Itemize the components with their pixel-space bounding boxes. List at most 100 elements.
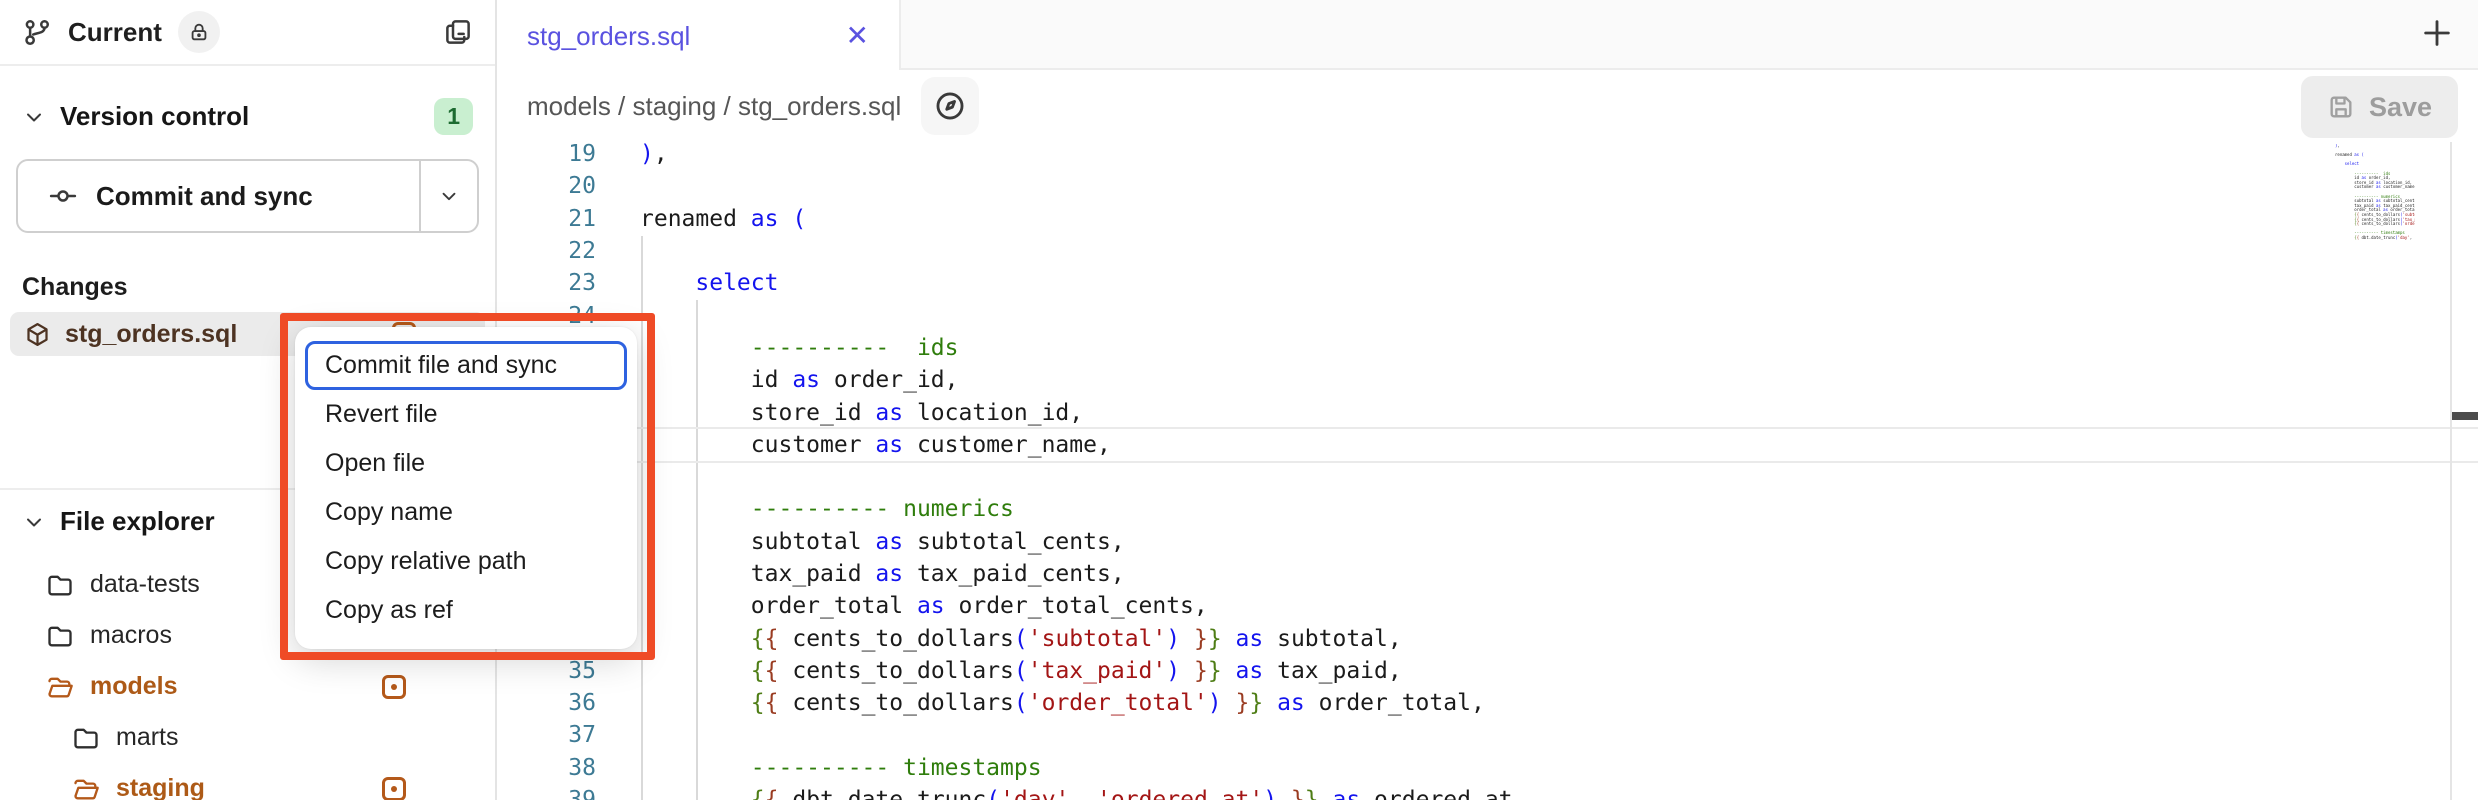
folder-open-icon [46,673,74,701]
modified-badge-icon [382,777,406,800]
code-line-text: ---------- numerics [640,496,1014,522]
line-number: 22 [497,238,596,264]
folder-icon [72,724,100,752]
tree-item-label: staging [116,774,205,800]
code-line-text: {{ cents_to_dollars('subtotal') }} as su… [640,626,1402,652]
menu-item-open-file[interactable]: Open file [305,439,627,488]
code-line[interactable]: 25 ---------- ids [497,332,2478,364]
code-line[interactable]: 30 ---------- numerics [497,493,2478,525]
new-tab-plus-icon[interactable] [2420,16,2454,50]
changes-count-badge: 1 [434,98,473,135]
folder-icon [46,622,74,650]
breadcrumb: models / staging / stg_orders.sql [527,91,901,122]
code-line[interactable]: 33 order_total as order_total_cents, [497,590,2478,622]
lock-icon [188,21,210,43]
code-line[interactable]: 24 [497,299,2478,331]
model-cube-icon [24,321,51,348]
code-line-text: customer as customer_name, [640,432,1111,458]
dbt-ide-window: Current Version control 1 [0,0,2478,800]
code-line-text: store_id as location_id, [640,400,1083,426]
tab-close-icon[interactable]: ✕ [846,22,869,50]
tree-item-models[interactable]: models [0,661,495,712]
code-line[interactable]: 26 id as order_id, [497,364,2478,396]
changed-file-name: stg_orders.sql [65,320,237,349]
code-line-text: ---------- timestamps [640,755,1042,781]
menu-item-copy-name[interactable]: Copy name [305,488,627,537]
code-line[interactable]: 22 [497,235,2478,267]
tab-bar: stg_orders.sql ✕ [497,0,2478,70]
code-line-text: tax_paid as tax_paid_cents, [640,561,1125,587]
file-explorer-title: File explorer [60,506,215,537]
tree-item-label: data-tests [90,570,200,599]
folder-open-icon [72,775,100,800]
line-number: 19 [497,142,596,167]
code-line[interactable]: 23 select [497,267,2478,299]
git-branch-icon [22,17,52,47]
menu-item-revert-file[interactable]: Revert file [305,390,627,439]
code-line-text: id as order_id, [640,367,959,393]
commit-and-sync-main[interactable]: Commit and sync [18,161,419,231]
copy-files-icon[interactable] [443,17,473,47]
code-line[interactable]: 32 tax_paid as tax_paid_cents, [497,558,2478,590]
chevron-down-icon [438,185,460,207]
code-line-text: renamed as ( [640,206,806,232]
code-line-text: {{ cents_to_dollars('order_total') }} as… [640,690,1485,716]
compass-icon [933,89,967,123]
lineage-button[interactable] [921,77,979,135]
chevron-down-icon [22,510,46,534]
code-line[interactable]: 31 subtotal as subtotal_cents, [497,526,2478,558]
code-editor[interactable]: 19), 20 21 renamed as ( 22 23 select 24 25 ----… [497,142,2478,800]
code-line[interactable]: 28 customer as customer_name, [497,429,2478,461]
code-line[interactable]: 35 {{ cents_to_dollars('tax_paid') }} as… [497,655,2478,687]
code-line[interactable]: 21 renamed as ( [497,203,2478,235]
scrollbar-position-marker[interactable] [2452,412,2478,420]
line-number: 24 [497,303,596,329]
tree-item-label: macros [90,621,172,650]
line-number: 39 [497,787,596,800]
menu-item-commit-file-and-sync[interactable]: Commit file and sync [305,341,627,390]
breadcrumb-bar: models / staging / stg_orders.sql Save [497,70,2478,142]
version-control-title: Version control [60,101,249,132]
commit-button-label: Commit and sync [96,181,313,212]
code-line-text: ), [640,142,668,167]
file-context-menu: Commit file and syncRevert fileOpen file… [295,327,637,649]
git-commit-icon [48,181,78,211]
code-line[interactable]: 36 {{ cents_to_dollars('order_total') }}… [497,687,2478,719]
tree-item-marts[interactable]: marts [0,712,495,763]
code-line[interactable]: 27 store_id as location_id, [497,396,2478,428]
commit-and-sync-button[interactable]: Commit and sync [16,159,479,233]
branch-name: Current [68,17,162,48]
code-line-text: order_total as order_total_cents, [640,593,1208,619]
line-number: 21 [497,206,596,232]
tab-stg-orders[interactable]: stg_orders.sql ✕ [497,0,901,72]
version-control-header[interactable]: Version control 1 [0,98,495,135]
line-number: 37 [497,722,596,748]
code-line[interactable]: 37 [497,719,2478,751]
code-line-text: select [640,270,778,296]
line-number: 20 [497,173,596,199]
code-line[interactable]: 29 [497,461,2478,493]
scrollbar-gutter-divider [2450,142,2452,800]
branch-readonly-chip [178,11,220,53]
code-line-text: ---------- ids [640,335,959,361]
code-line[interactable]: 20 [497,170,2478,202]
changes-title: Changes [0,273,495,302]
code-line[interactable]: 34 {{ cents_to_dollars('subtotal') }} as… [497,622,2478,654]
tab-title: stg_orders.sql [527,21,690,52]
code-line[interactable]: 38 ---------- timestamps [497,752,2478,784]
code-lines: 19), 20 21 renamed as ( 22 23 select 24 25 ----… [497,142,2478,800]
code-line-text: {{ cents_to_dollars('tax_paid') }} as ta… [640,658,1402,684]
menu-item-copy-as-ref[interactable]: Copy as ref [305,586,627,635]
menu-item-copy-relative-path[interactable]: Copy relative path [305,537,627,586]
save-button-label: Save [2369,92,2432,123]
save-button[interactable]: Save [2301,76,2458,138]
code-line[interactable]: 39 {{ dbt.date_trunc('day', 'ordered_at'… [497,784,2478,800]
commit-options-caret[interactable] [419,161,477,231]
tree-item-label: marts [116,723,179,752]
line-number: 36 [497,690,596,716]
folder-icon [46,571,74,599]
tree-item-staging[interactable]: staging [0,763,495,800]
floppy-disk-icon [2327,93,2355,121]
code-line[interactable]: 19), [497,142,2478,170]
line-number: 38 [497,755,596,781]
